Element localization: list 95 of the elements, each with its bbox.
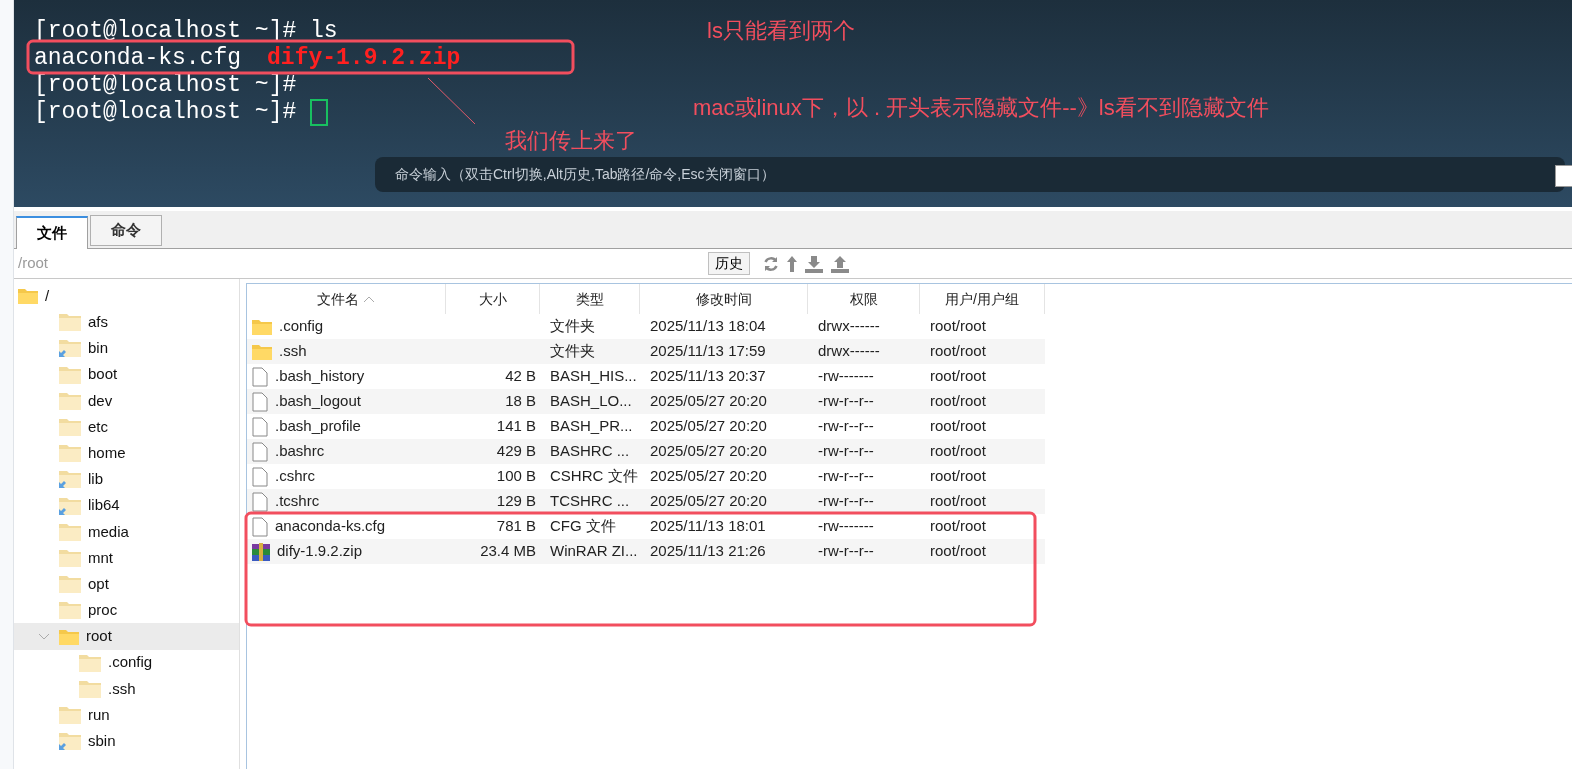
table-cell-text: root/root <box>930 316 986 337</box>
history-button[interactable]: 历史 <box>708 252 750 275</box>
tree-item[interactable]: proc <box>14 597 239 624</box>
terminal-line: [root@localhost ~]# <box>34 99 297 126</box>
table-cell-text: 2025/05/27 20:20 <box>650 391 767 412</box>
download-icon[interactable] <box>804 254 824 273</box>
table-cell-text: 42 B <box>505 366 536 387</box>
terminal-line: anaconda-ks.cfg <box>34 45 242 72</box>
file-name[interactable]: .bash_history <box>275 365 365 388</box>
tree-item[interactable]: media <box>14 518 239 545</box>
table-cell-text: BASH_PR... <box>550 416 633 437</box>
table-cell-text: root/root <box>930 366 986 387</box>
table-cell-text: drwx------ <box>818 316 880 337</box>
table-cell-text: -rw-r--r-- <box>818 491 874 512</box>
table-cell-text: -rw-r--r-- <box>818 466 874 487</box>
table-cell-text: 781 B <box>496 516 536 537</box>
tree-item[interactable]: dev <box>14 387 239 414</box>
table-cell-text: CSHRC 文件 <box>550 466 638 487</box>
table-cell-text: root/root <box>930 516 986 537</box>
table-cell-text: -rw-r--r-- <box>818 441 874 462</box>
tree-item[interactable]: lib <box>14 466 239 493</box>
table-cell-text: root/root <box>930 441 986 462</box>
upload-icon[interactable] <box>830 254 850 273</box>
table-cell-text: -rw------- <box>818 516 874 537</box>
table-cell-text: drwx------ <box>818 341 880 362</box>
table-cell-text: TCSHRC ... <box>550 491 630 512</box>
table-cell-text: WinRAR ZI... <box>550 541 638 562</box>
table-cell-text: -rw-r--r-- <box>818 541 874 562</box>
leader-line <box>427 77 476 125</box>
tree-item[interactable]: root <box>14 623 239 650</box>
file-name: dify-1.9.2.zip <box>267 45 461 72</box>
tree-item[interactable]: .config <box>14 649 239 676</box>
table-cell-text: -rw------- <box>818 366 874 387</box>
file-name[interactable]: anaconda-ks.cfg <box>275 515 386 538</box>
table-cell-text: 23.4 MB <box>480 541 536 562</box>
file-name[interactable]: .bash_logout <box>275 390 361 413</box>
table-cell-text: 100 B <box>496 466 536 487</box>
table-cell-text: 2025/11/13 18:01 <box>650 516 766 537</box>
command-input-field[interactable]: 命令输入（双击Ctrl切换,Alt历史,Tab路径/命令,Esc关闭窗口） <box>375 157 1565 192</box>
table-cell-text: 18 B <box>505 391 536 412</box>
table-cell-text: 文件夹 <box>550 316 595 337</box>
file-name[interactable]: .cshrc <box>275 465 315 488</box>
tree-item[interactable]: sbin <box>14 728 239 755</box>
text-cursor <box>310 99 329 126</box>
tree-item[interactable]: run <box>14 702 239 729</box>
table-cell-text: BASH_HIS... <box>550 366 637 387</box>
table-cell-text: 2025/11/13 20:37 <box>650 366 766 387</box>
tree-item[interactable]: mnt <box>14 544 239 572</box>
file-name[interactable]: .tcshrc <box>275 490 320 513</box>
tab[interactable]: 命令 <box>90 215 162 246</box>
terminal-line: [root@localhost ~]# <box>34 72 297 99</box>
table-cell-text: -rw-r--r-- <box>818 391 874 412</box>
table-cell-text: root/root <box>930 391 986 412</box>
table-cell-text: root/root <box>930 416 986 437</box>
table-cell-text: 429 B <box>496 441 536 462</box>
annotation-text: ls只能看到两个 <box>707 17 855 45</box>
table-cell-text: 2025/11/13 21:26 <box>650 541 766 562</box>
table-cell-text: 2025/11/13 17:59 <box>650 341 766 362</box>
refresh-icon[interactable] <box>762 254 780 273</box>
annotation-text: mac或linux下，以 . 开头表示隐藏文件--》ls看不到隐藏文件 <box>693 94 1269 122</box>
file-name[interactable]: .bash_profile <box>275 415 361 438</box>
tree-item[interactable]: bin <box>14 335 239 362</box>
table-cell-text: 2025/11/13 18:04 <box>650 316 766 337</box>
annotation-text: 我们传上来了 <box>505 127 637 155</box>
file-name[interactable]: .ssh <box>279 340 307 363</box>
tree-item[interactable]: lib64 <box>14 492 239 519</box>
table-cell-text: 2025/05/27 20:20 <box>650 466 767 487</box>
table-cell-text: 2025/05/27 20:20 <box>650 416 767 437</box>
table-cell-text: root/root <box>930 541 986 562</box>
caret-icon[interactable] <box>38 632 50 641</box>
table-cell-text: root/root <box>930 466 986 487</box>
table-cell-text: root/root <box>930 491 986 512</box>
tree-item[interactable]: home <box>14 440 239 467</box>
tab[interactable]: 文件 <box>16 216 88 249</box>
table-cell-text: -rw-r--r-- <box>818 416 874 437</box>
table-cell-text: 141 B <box>496 416 536 437</box>
table-cell-text: CFG 文件 <box>550 516 616 537</box>
table-cell-text: 2025/05/27 20:20 <box>650 491 767 512</box>
table-cell-text: 129 B <box>496 491 536 512</box>
table-cell-text: root/root <box>930 341 986 362</box>
file-name[interactable]: dify-1.9.2.zip <box>277 540 363 563</box>
table-cell-text: 2025/05/27 20:20 <box>650 441 767 462</box>
file-name[interactable]: .bashrc <box>275 440 325 463</box>
up-arrow-icon[interactable] <box>786 254 798 273</box>
tree-item[interactable]: .ssh <box>14 675 239 702</box>
tree-item[interactable]: boot <box>14 361 239 388</box>
table-cell-text: BASHRC ... <box>550 441 630 462</box>
table-cell-text: 文件夹 <box>550 341 595 362</box>
tree-item[interactable]: / <box>14 283 239 310</box>
tree-item[interactable]: etc <box>14 413 239 441</box>
side-button[interactable] <box>1555 165 1572 187</box>
table-cell-text: BASH_LO... <box>550 391 632 412</box>
file-name[interactable]: .config <box>279 315 324 338</box>
tree-item[interactable]: afs <box>14 309 239 336</box>
tree-item[interactable]: opt <box>14 571 239 598</box>
